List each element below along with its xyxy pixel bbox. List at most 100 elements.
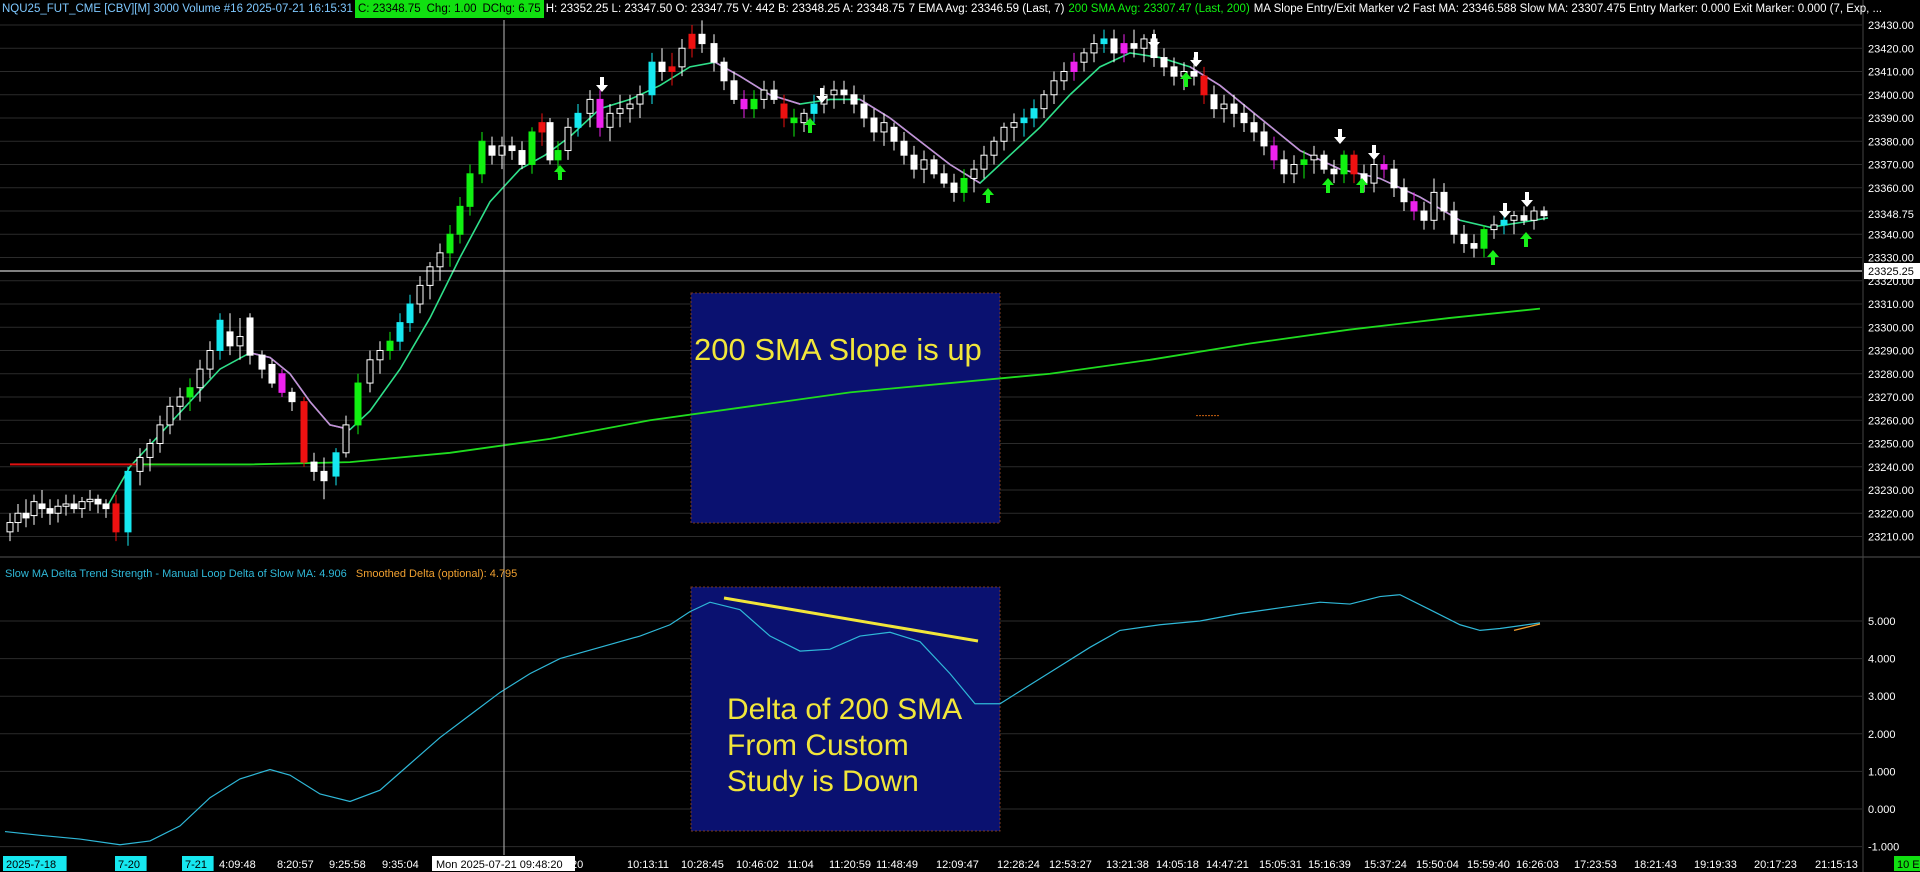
price-tick-label: 23430.00 <box>1868 20 1914 32</box>
candle-body <box>1310 154 1318 161</box>
candle-body <box>1490 224 1498 231</box>
candle-body <box>86 498 94 503</box>
time-tick-label: 9:35:04 <box>382 859 419 871</box>
candle-body <box>102 503 110 510</box>
candle-body <box>196 368 204 389</box>
candle-body <box>780 103 788 119</box>
dchange-badge: DChg: 6.75 <box>479 0 544 18</box>
candle-body <box>720 61 728 82</box>
candle-body <box>606 112 614 128</box>
delta-tick-label: 1.000 <box>1868 766 1896 778</box>
time-tick-label: 10:28:45 <box>681 859 724 871</box>
time-tick-label: 14:47:21 <box>1206 859 1249 871</box>
candle-body <box>112 503 120 533</box>
price-tick-label: 23400.00 <box>1868 90 1914 102</box>
candle-body <box>1010 122 1018 128</box>
time-tick-label: 16:26:03 <box>1516 859 1559 871</box>
delta-tick-label: 4.000 <box>1868 654 1896 666</box>
candle-body <box>616 108 624 114</box>
corner-label: 10 E <box>1897 859 1920 871</box>
candle-body <box>366 359 374 384</box>
candle-body <box>880 122 888 133</box>
candle-body <box>960 177 968 193</box>
candle-body <box>278 373 286 393</box>
delta-study-label: Slow MA Delta Trend Strength - Manual Lo… <box>5 568 347 580</box>
candle-body <box>1000 126 1008 142</box>
chart-header: NQU25_FUT_CME [CBV][M] 3000 Volume #16 2… <box>0 0 1884 18</box>
candle-body <box>1430 191 1438 221</box>
time-tick-label: 17:23:53 <box>1574 859 1617 871</box>
time-tick-label: 18:21:43 <box>1634 859 1677 871</box>
price-axis: 23430.00 23420.00 23410.00 23400.00 23390.00… <box>1862 0 1920 872</box>
price-tick-label: 23380.00 <box>1868 136 1914 148</box>
upper-box-text: 200 SMA Slope is up <box>694 332 982 367</box>
candle-body <box>406 303 414 324</box>
candle-body <box>1250 122 1258 133</box>
candle-body <box>564 126 572 152</box>
candle-body <box>478 140 486 175</box>
price-tick-label: 23370.00 <box>1868 160 1914 172</box>
candle-body <box>1210 94 1218 110</box>
candle-body <box>1100 38 1108 45</box>
candle-body <box>1370 164 1378 184</box>
candle-body <box>14 512 22 524</box>
candle-body <box>54 505 62 514</box>
candle-body <box>950 182 958 193</box>
marker-study-info: MA Slope Entry/Exit Marker v2 Fast MA: 2… <box>1253 3 1883 15</box>
exit-arrow-icon <box>1190 52 1202 67</box>
price-tick-label: 23300.00 <box>1868 322 1914 334</box>
candle-body <box>136 456 144 472</box>
candle-body <box>840 89 848 96</box>
time-axis: 2025-7-18 7-20 7-21 4:09:48 8:20:57 9:25:58 9:… <box>3 856 1920 871</box>
candle-body <box>446 233 454 254</box>
candle-body <box>124 470 132 533</box>
candle-body <box>658 61 666 73</box>
candle-body <box>1170 66 1178 77</box>
time-tick-label: 10:46:02 <box>736 859 779 871</box>
time-tick-label: 11:20:59 <box>829 859 871 871</box>
candle-body <box>320 470 328 482</box>
candle-body <box>636 94 644 105</box>
candle-body <box>1220 103 1228 110</box>
candle-body <box>1130 43 1138 49</box>
candle-body <box>1380 164 1388 170</box>
candle-body <box>940 173 948 184</box>
exit-arrow-icon <box>1148 34 1160 49</box>
trading-chart[interactable]: 23430.00 23420.00 23410.00 23400.00 23390.00… <box>0 0 1920 872</box>
last-price-label: 23348.75 <box>1868 209 1914 221</box>
price-tick-label: 23360.00 <box>1868 183 1914 195</box>
entry-exit-markers <box>554 34 1533 265</box>
candle-body <box>920 159 928 170</box>
candle-body <box>810 103 818 114</box>
smoothed-delta-label: Smoothed Delta (optional): 4.795 <box>355 568 518 580</box>
candle-body <box>770 89 778 100</box>
price-tick-label: 23310.00 <box>1868 299 1914 311</box>
candle-body <box>6 522 14 533</box>
price-tick-label: 23250.00 <box>1868 439 1914 451</box>
candle-body <box>970 168 978 179</box>
candle-body <box>1460 233 1468 245</box>
candle-body <box>1260 131 1268 147</box>
time-tick-label: 9:25:58 <box>329 859 366 871</box>
candle-body <box>1240 112 1248 124</box>
price-tick-label: 23340.00 <box>1868 229 1914 241</box>
candle-body <box>760 89 768 100</box>
candle-body <box>268 363 276 384</box>
candle-body <box>1030 108 1038 119</box>
candle-body <box>1530 210 1538 221</box>
candle-body <box>1190 71 1198 77</box>
candle-body <box>62 503 70 507</box>
candle-body <box>1540 210 1548 217</box>
candle-body <box>1070 61 1078 73</box>
candle-body <box>1390 168 1398 189</box>
candle-body <box>300 401 308 463</box>
exit-arrow-icon <box>1521 192 1533 207</box>
candle-body <box>396 322 404 342</box>
candle-body <box>750 98 758 110</box>
candle-body <box>354 382 362 426</box>
candle-body <box>1200 75 1208 96</box>
time-tick-label: 12:28:24 <box>997 859 1040 871</box>
candle-body <box>376 350 384 361</box>
candle-body <box>860 103 868 119</box>
price-tick-label: 23280.00 <box>1868 369 1914 381</box>
